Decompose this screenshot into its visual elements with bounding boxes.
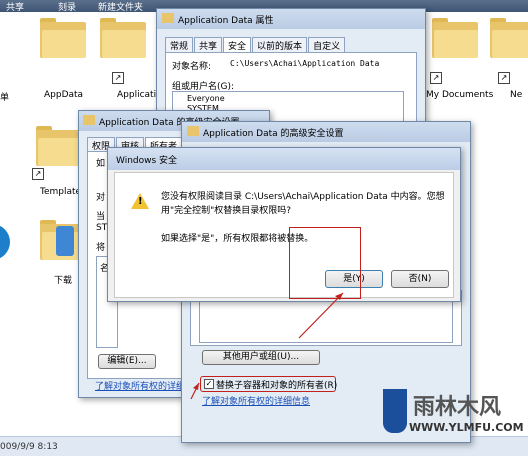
watermark-u-icon	[383, 389, 407, 433]
watermark-brand: 雨林木风	[413, 395, 502, 420]
watermark-logo: 雨林木风 WWW.YLMFU.COM	[383, 385, 524, 447]
watermark-url: WWW.YLMFU.COM	[409, 421, 524, 434]
